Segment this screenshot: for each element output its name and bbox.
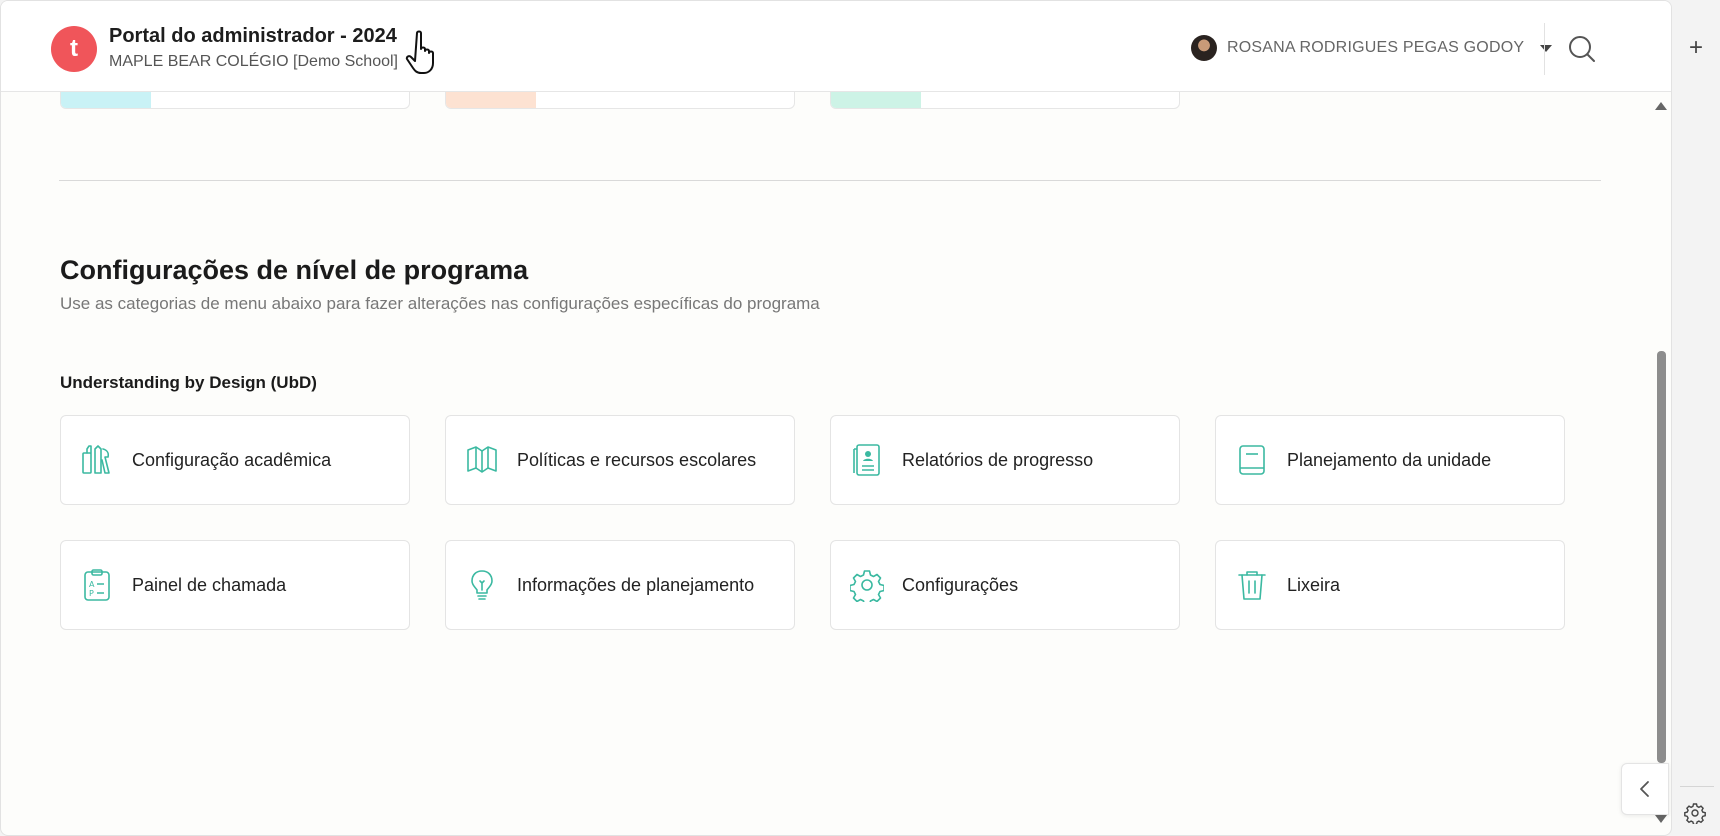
gear-icon [850, 570, 884, 602]
portal-title[interactable]: Portal do administrador - 2024 [109, 25, 397, 48]
card-politicas-recursos[interactable]: Políticas e recursos escolares [445, 415, 795, 505]
clipboard-icon: A P [84, 569, 110, 601]
collapse-panel-button[interactable] [1621, 763, 1669, 815]
user-name: ROSANA RODRIGUES PEGAS GODOY [1227, 39, 1525, 56]
card-relatorios-progresso[interactable]: Relatórios de progresso [830, 415, 1180, 505]
card-label: Políticas e recursos escolares [517, 449, 757, 470]
caret-down-icon [1540, 44, 1553, 52]
book-open-icon [467, 446, 497, 473]
card-configuracao-academica[interactable]: Configuração acadêmica [60, 415, 410, 505]
svg-text:A: A [89, 580, 95, 589]
card-painel-chamada[interactable]: A P Painel de chamada [60, 540, 410, 630]
scrollbar-thumb[interactable] [1657, 351, 1666, 763]
school-name: MAPLE BEAR COLÉGIO [Demo School] [109, 53, 398, 70]
card-lixeira[interactable]: Lixeira [1215, 540, 1565, 630]
section-title: Configurações de nível de programa [60, 255, 529, 285]
section-divider [59, 180, 1601, 181]
header-divider [1544, 23, 1545, 75]
card-label: Informações de planejamento [517, 574, 755, 595]
chevron-left-icon [1640, 781, 1649, 797]
tools-icon [82, 445, 110, 474]
scroll-down-arrow-icon[interactable] [1655, 815, 1667, 823]
logo-letter: t [70, 35, 78, 62]
avatar [1191, 35, 1217, 61]
settings-gear-icon[interactable] [1684, 802, 1706, 824]
scroll-up-arrow-icon[interactable] [1655, 102, 1667, 110]
card-planejamento-unidade[interactable]: Planejamento da unidade [1215, 415, 1565, 505]
card-label: Configurações [902, 574, 1019, 595]
group-title: Understanding by Design (UbD) [60, 373, 317, 392]
card-label: Painel de chamada [132, 574, 287, 595]
top-header: t Portal do administrador - 2024 MAPLE B… [1, 1, 1671, 92]
card-label: Lixeira [1287, 574, 1341, 595]
app-window: t Portal do administrador - 2024 MAPLE B… [0, 0, 1672, 836]
card-label: Relatórios de progresso [902, 449, 1094, 470]
lightbulb-icon [471, 570, 493, 600]
notebook-icon [1239, 445, 1265, 475]
strip-divider [1680, 786, 1714, 787]
report-icon [853, 444, 880, 476]
section-subtitle: Use as categorias de menu abaixo para fa… [60, 294, 820, 313]
browser-side-strip [1672, 0, 1720, 836]
svg-text:P: P [89, 589, 94, 598]
app-logo[interactable]: t [51, 26, 97, 72]
plus-icon[interactable]: + [1684, 36, 1708, 60]
search-icon[interactable] [1567, 34, 1597, 64]
card-label: Planejamento da unidade [1287, 449, 1492, 470]
card-label: Configuração acadêmica [132, 449, 332, 470]
card-informacoes-planejamento[interactable]: Informações de planejamento [445, 540, 795, 630]
user-menu[interactable]: ROSANA RODRIGUES PEGAS GODOY [1191, 35, 1553, 61]
card-configuracoes[interactable]: Configurações [830, 540, 1180, 630]
trash-icon [1238, 571, 1266, 600]
hand-cursor-icon [405, 30, 434, 74]
